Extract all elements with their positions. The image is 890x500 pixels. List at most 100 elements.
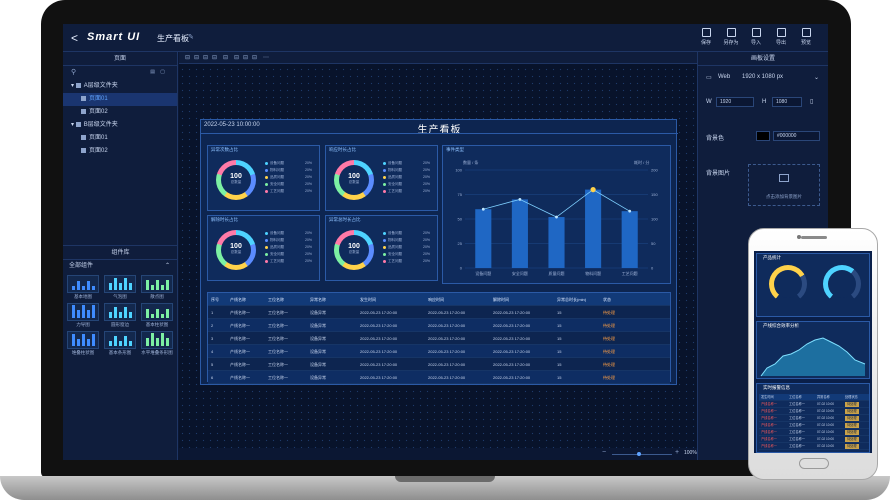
back-button[interactable]: < (71, 31, 78, 45)
table-cell: 工位名称一 (268, 362, 288, 367)
all-components-dropdown[interactable]: 全部组件 ⌃ (63, 260, 178, 273)
align-middle-icon[interactable]: ⊟ (223, 54, 228, 61)
tree-page-item[interactable]: 页面02 (63, 106, 177, 119)
tree-page-item[interactable]: 页面01 (63, 93, 177, 106)
legend-name: 品质问题 (388, 175, 402, 179)
component-label: 基本条形图 (108, 350, 132, 355)
thumbnail-mark (114, 307, 117, 318)
legend-name: 品质问题 (270, 175, 284, 179)
thumbnail-mark (77, 310, 80, 318)
component-item[interactable]: 基本柱状图 (141, 303, 173, 329)
legend-dot (265, 253, 268, 256)
save-icon (701, 28, 711, 37)
zoom-slider[interactable] (612, 454, 672, 455)
device-size[interactable]: 1920 x 1080 px (742, 74, 783, 80)
component-item[interactable]: 气泡图 (104, 275, 136, 301)
donut-chart: 100 总数量 (216, 160, 256, 200)
thumbnail-mark (92, 305, 95, 318)
thumbnail-mark (166, 309, 169, 318)
edit-icon[interactable]: ✎ (188, 33, 194, 41)
phone-home-button[interactable] (799, 458, 829, 469)
tree-page-item[interactable]: 页面02 (63, 145, 177, 158)
table-cell: 序号 (211, 297, 219, 302)
table-cell: 状态 (603, 297, 611, 302)
add-page-icon[interactable]: ▢ (160, 69, 165, 75)
thumbnail-mark (87, 310, 90, 318)
phone-table-cell: 产线名称一 (761, 409, 777, 413)
phone-table-cell: 07-02 10:00 (817, 444, 835, 448)
line-point (555, 215, 558, 219)
legend-item: 安全问题 20% (265, 251, 325, 258)
component-label: 力导图 (76, 322, 90, 327)
legend-value: 20% (305, 245, 313, 249)
donut-legend: 设备问题 20% 物料问题 20% 品质问题 20% 安全问题 20% 工艺问题 20% (383, 160, 443, 195)
component-item[interactable]: 堆叠柱状图 (67, 331, 99, 357)
save-button[interactable]: 保存 (695, 28, 717, 46)
tree-folder-item[interactable]: ▾ B层级文件夹 (63, 119, 177, 132)
legend-item: 品质问题 20% (265, 174, 325, 181)
align-right-icon[interactable]: ⊟ (203, 54, 208, 61)
thumbnail-mark (77, 281, 80, 290)
legend-value: 20% (423, 161, 431, 165)
table-cell: 待处理 (603, 336, 615, 341)
component-item[interactable]: 圆形窗边 (104, 303, 136, 329)
align-toolbar: ⊟ ⊟ ⊟ ⊟ ⊟ ⊟ ⊟ ⊟ ⋯ (179, 52, 697, 64)
zoom-slider-handle[interactable] (637, 452, 641, 456)
align-top-icon[interactable]: ⊟ (212, 54, 217, 61)
zoom-out-button[interactable]: − (602, 449, 606, 456)
save-as-button[interactable]: 另存为 (720, 28, 742, 46)
stat-panel[interactable]: 异常总时长占比 100 总数量 设备问题 20% 物料问题 20% 品质问题 20% 安全问题 20… (325, 215, 438, 281)
legend-value: 20% (423, 168, 431, 172)
component-item[interactable]: 力导图 (67, 303, 99, 329)
stat-panel[interactable]: 异常次数占比 100 总数量 设备问题 20% 物料问题 20% 品质问题 20% 安全问题 20%… (207, 145, 320, 211)
width-input[interactable]: 1920 (716, 97, 754, 107)
tree-page-item[interactable]: 页面01 (63, 132, 177, 145)
legend-name: 物料问题 (270, 238, 284, 242)
component-item[interactable]: 基本地图 (67, 275, 99, 301)
component-item[interactable]: 水平堆叠条形图 (141, 331, 173, 357)
height-input[interactable]: 1080 (772, 97, 802, 107)
export-button[interactable]: 导出 (770, 28, 792, 46)
align-center-icon[interactable]: ⊟ (194, 54, 199, 61)
align-left-icon[interactable]: ⊟ (185, 54, 190, 61)
preview-button[interactable]: 预览 (795, 28, 817, 46)
distribute-h-icon[interactable]: ⊟ (243, 54, 248, 61)
legend-value: 20% (305, 238, 313, 242)
legend-value: 20% (423, 252, 431, 256)
table-cell: 待处理 (603, 310, 615, 315)
bg-image-upload[interactable]: 点击添加背景图片 (748, 164, 820, 206)
add-folder-icon[interactable]: ▤ (150, 69, 155, 75)
event-chart-panel[interactable]: 事件类型 0 0 25 50 50 100 75 150 100 200 数量 / 条耗时 / 分设… (442, 145, 671, 284)
design-canvas[interactable]: ⊟ ⊟ ⊟ ⊟ ⊟ ⊟ ⊟ ⊟ ⋯ 2022-05-23 10:00:00 生产… (179, 52, 697, 460)
import-button[interactable]: 导入 (745, 28, 767, 46)
legend-item: 物料问题 20% (265, 167, 325, 174)
table-cell: 产线名称一 (230, 323, 250, 328)
chevron-down-icon[interactable]: ⌄ (814, 74, 819, 81)
tree-item-label: 页面01 (89, 135, 108, 141)
bg-color-input[interactable]: #000000 (773, 131, 820, 141)
bar (511, 199, 528, 268)
component-item[interactable]: 散点图 (141, 275, 173, 301)
dashboard[interactable]: 2022-05-23 10:00:00 生产看板 异常次数占比 100 总数量 设备问… (200, 119, 678, 385)
zoom-in-button[interactable]: + (675, 449, 679, 456)
thumbnail-mark (124, 336, 127, 346)
phone-table-cell: 工位名称一 (789, 444, 805, 448)
distribute-v-icon[interactable]: ⊟ (252, 54, 257, 61)
legend-name: 工艺问题 (388, 189, 402, 193)
stat-panel[interactable]: 响应时长占比 100 总数量 设备问题 20% 物料问题 20% 品质问题 20% 安全问题 20%… (325, 145, 438, 211)
stat-panel[interactable]: 解除时长占比 100 总数量 设备问题 20% 物料问题 20% 品质问题 20% 安全问题 20%… (207, 215, 320, 281)
component-library: 组件库 全部组件 ⌃ 基本地图 气泡图 散点图 力导图 圆形窗边 基本柱状图 堆叠柱状图 基本… (63, 245, 178, 460)
more-icon[interactable]: ⋯ (263, 54, 269, 61)
upload-text: 点击添加背景图片 (766, 194, 802, 199)
phone-card-title: 实时报警信息 (763, 385, 790, 390)
component-item[interactable]: 基本条形图 (104, 331, 136, 357)
align-bottom-icon[interactable]: ⊟ (234, 54, 239, 61)
lock-ratio-icon[interactable]: ▯ (810, 98, 813, 105)
legend-dot (383, 190, 386, 193)
phone-table-cell: 工位名称一 (789, 402, 805, 406)
search-icon[interactable]: ⚲ (71, 68, 76, 76)
bg-color-swatch[interactable] (756, 131, 770, 141)
table-cell: 待处理 (603, 375, 615, 380)
tree-folder-item[interactable]: ▾ A层级文件夹 (63, 80, 177, 93)
phone-table-row: 产线名称一 工位名称一 07-02 10:00 待处理 (759, 408, 869, 415)
